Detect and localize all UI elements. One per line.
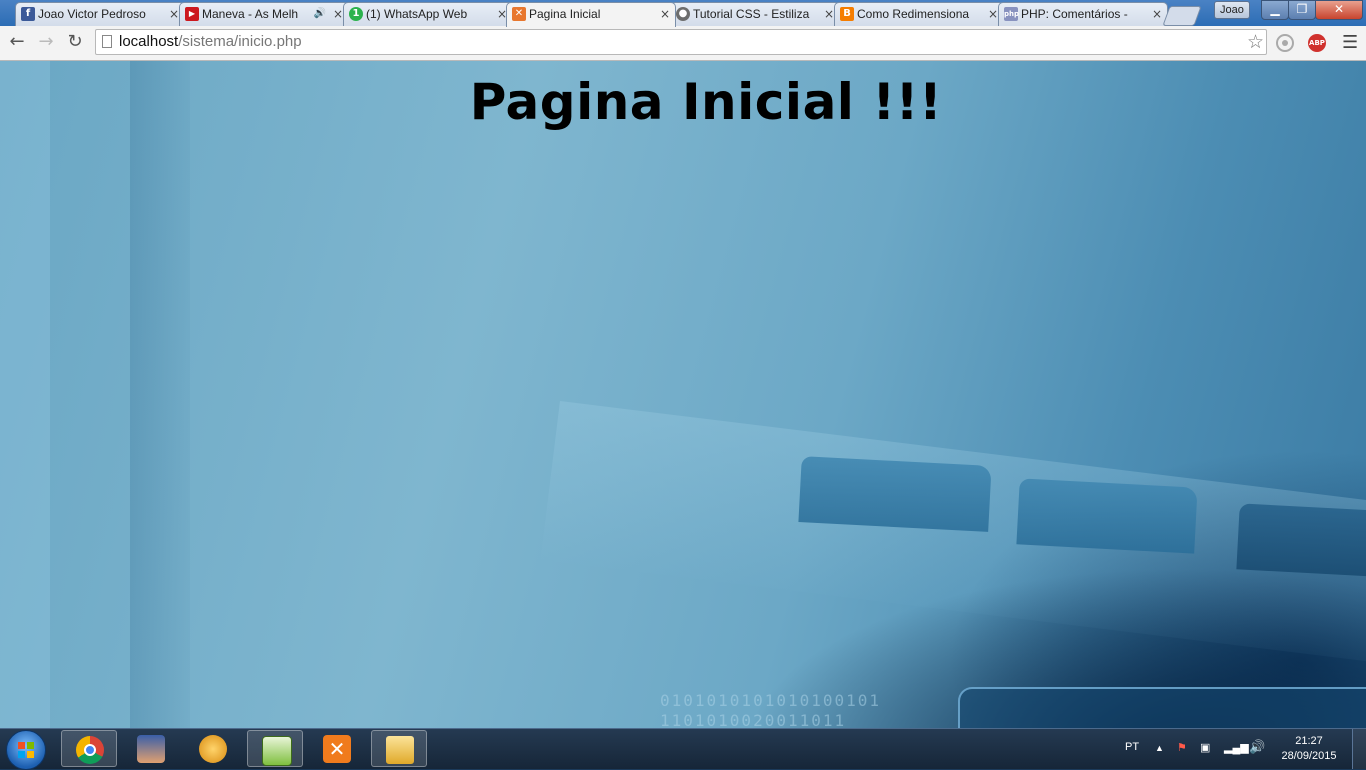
url-text[interactable]: localhost/sistema/inicio.php xyxy=(119,33,302,50)
background-slot xyxy=(798,456,992,532)
url-path: /sistema/inicio.php xyxy=(178,33,302,50)
volume-icon[interactable]: 🔊 xyxy=(1249,739,1265,755)
page-content: 0101010101010100101 1101010020011011 Pag… xyxy=(0,61,1366,728)
reload-button[interactable]: ↻ xyxy=(64,31,86,53)
clock-date: 28/09/2015 xyxy=(1281,750,1337,762)
blogger-icon: B xyxy=(840,7,854,21)
php-icon: php xyxy=(1004,7,1019,21)
new-tab-button[interactable] xyxy=(1162,6,1202,26)
extension-icon[interactable] xyxy=(1276,34,1294,52)
taskbar-fl-studio[interactable] xyxy=(185,730,241,767)
taskbar-game[interactable] xyxy=(123,730,179,767)
tab-title: PHP: Comentários - xyxy=(1021,7,1128,21)
notepad-icon xyxy=(262,736,292,766)
background-panel xyxy=(958,687,1366,728)
url-host: localhost xyxy=(119,33,179,50)
close-icon[interactable]: × xyxy=(169,3,179,25)
back-button[interactable]: ← xyxy=(6,31,28,53)
windows-taskbar: ✕ PT ▲ ⚑ ▣ ▂▄▆ 🔊 21:27 28/09/2015 xyxy=(0,728,1366,770)
background-beam xyxy=(130,61,190,728)
taskbar-explorer[interactable] xyxy=(371,730,427,767)
fl-studio-icon xyxy=(199,735,227,763)
youtube-icon: ▶ xyxy=(185,7,199,21)
close-icon[interactable]: × xyxy=(824,3,834,25)
close-window-button[interactable]: ✕ xyxy=(1315,0,1363,20)
tab-whatsapp[interactable]: 1 (1) WhatsApp Web × xyxy=(343,2,513,26)
binary-line: 0101010101010100101 xyxy=(660,691,882,710)
close-icon[interactable]: × xyxy=(988,3,998,25)
tab-title: Joao Victor Pedroso xyxy=(38,7,146,21)
taskbar-notepad[interactable] xyxy=(247,730,303,767)
tab-title: Pagina Inicial xyxy=(529,7,601,21)
tab-title: Como Redimensiona xyxy=(857,7,970,21)
close-icon[interactable]: × xyxy=(1152,3,1162,25)
game-character-icon xyxy=(137,735,165,763)
tab-youtube[interactable]: ▶ Maneva - As Melh 🔊 × xyxy=(179,2,349,26)
device-icon[interactable]: ▣ xyxy=(1200,741,1210,754)
clock-time: 21:27 xyxy=(1295,735,1323,747)
address-bar[interactable]: localhost/sistema/inicio.php ☆ xyxy=(95,29,1267,55)
taskbar-xampp[interactable]: ✕ xyxy=(309,730,365,767)
tab-title: (1) WhatsApp Web xyxy=(366,7,468,21)
network-icon[interactable]: ▂▄▆ xyxy=(1224,741,1249,754)
tab-tutorial-css[interactable]: ● Tutorial CSS - Estiliza × xyxy=(670,2,840,26)
background-slot xyxy=(1016,478,1198,554)
background-shade xyxy=(0,61,50,728)
page-title: Pagina Inicial !!! xyxy=(469,73,943,131)
minimize-button[interactable]: ▁ xyxy=(1261,0,1289,20)
adblock-plus-icon[interactable]: ABP xyxy=(1308,34,1326,52)
tab-php[interactable]: php PHP: Comentários - × xyxy=(998,2,1168,26)
speaker-icon[interactable]: 🔊 xyxy=(314,3,326,25)
file-explorer-icon xyxy=(386,736,414,764)
profile-button[interactable]: Joao xyxy=(1214,1,1250,19)
page-icon xyxy=(102,35,112,48)
maximize-button[interactable]: ❐ xyxy=(1288,0,1316,20)
forward-button[interactable]: → xyxy=(35,31,57,53)
background-slot xyxy=(1236,503,1366,577)
tab-title: Maneva - As Melh xyxy=(202,7,298,21)
xampp-icon: ✕ xyxy=(323,735,351,763)
show-hidden-icons-icon[interactable]: ▲ xyxy=(1155,743,1164,753)
whatsapp-icon: 1 xyxy=(349,7,363,21)
start-button[interactable] xyxy=(6,730,46,770)
background-binary-text: 0101010101010100101 1101010020011011 xyxy=(660,691,881,728)
chrome-icon xyxy=(76,736,104,764)
show-desktop-button[interactable] xyxy=(1352,729,1366,769)
tab-facebook[interactable]: f Joao Victor Pedroso × xyxy=(15,2,185,26)
close-icon[interactable]: × xyxy=(660,3,670,25)
language-indicator[interactable]: PT xyxy=(1125,741,1139,753)
tab-strip: f Joao Victor Pedroso × ▶ Maneva - As Me… xyxy=(0,0,1366,27)
facebook-icon: f xyxy=(21,7,35,21)
tab-title: Tutorial CSS - Estiliza xyxy=(693,7,810,21)
close-icon[interactable]: × xyxy=(333,3,343,25)
taskbar-chrome[interactable] xyxy=(61,730,117,767)
windows-logo-icon xyxy=(18,742,34,758)
binary-line: 1101010020011011 xyxy=(660,711,847,728)
action-center-icon[interactable]: ⚑ xyxy=(1177,741,1187,754)
bookmark-star-icon[interactable]: ☆ xyxy=(1247,31,1264,53)
xampp-icon: ✕ xyxy=(512,7,526,21)
tab-blogger[interactable]: B Como Redimensiona × xyxy=(834,2,1004,26)
system-clock[interactable]: 21:27 28/09/2015 xyxy=(1278,734,1340,764)
site-icon: ● xyxy=(676,7,690,21)
browser-toolbar: ← → ↻ localhost/sistema/inicio.php ☆ ABP… xyxy=(0,26,1366,61)
tab-pagina-inicial[interactable]: ✕ Pagina Inicial × xyxy=(506,2,676,27)
menu-icon[interactable]: ☰ xyxy=(1342,32,1358,53)
